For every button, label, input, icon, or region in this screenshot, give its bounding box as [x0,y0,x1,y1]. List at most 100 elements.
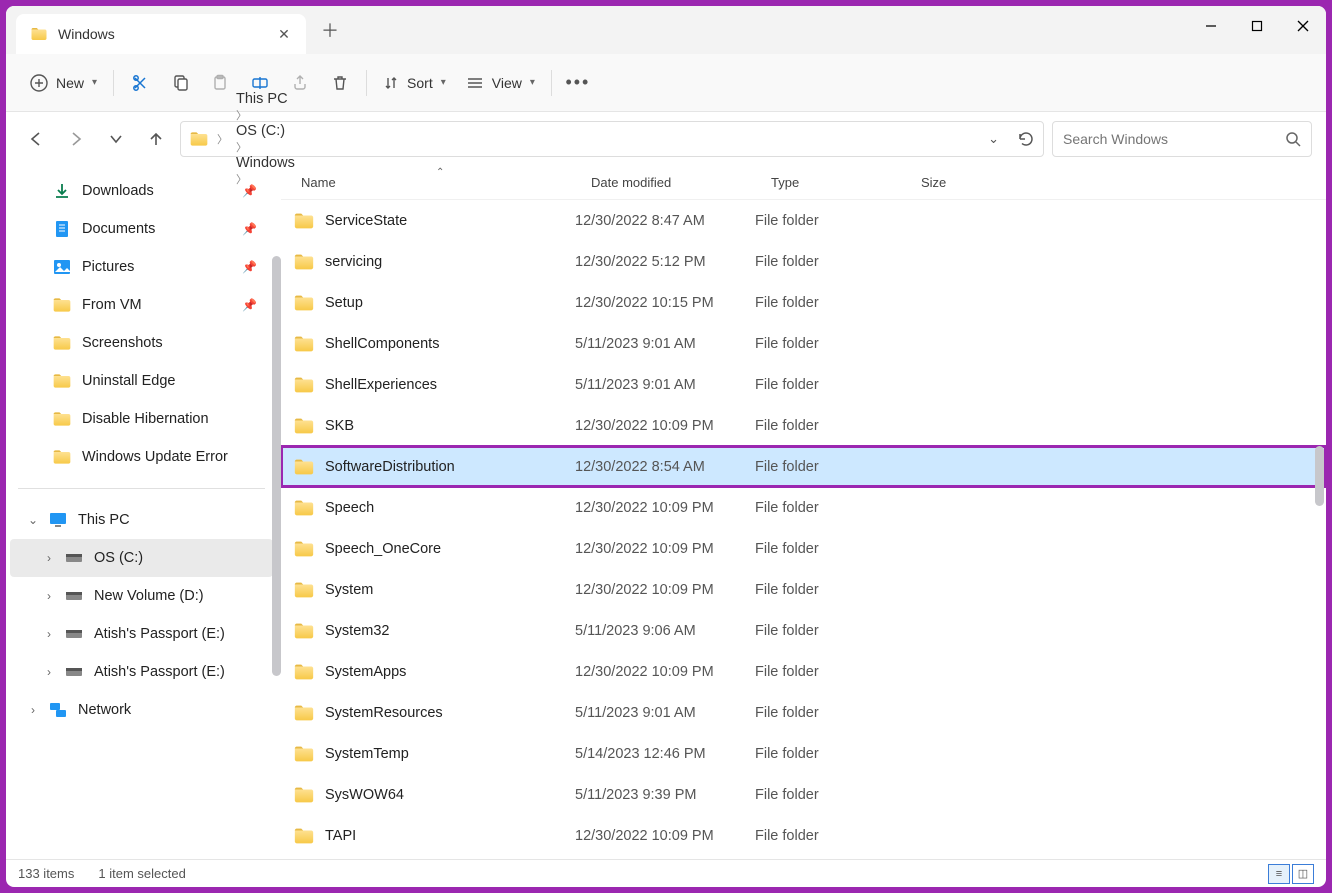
file-date: 12/30/2022 10:09 PM [575,828,755,844]
sidebar-item[interactable]: Disable Hibernation [10,400,273,438]
folder-icon [293,497,315,519]
file-name: SysWOW64 [325,787,404,803]
crumb[interactable]: OS (C:) [236,123,295,139]
new-tab-button[interactable]: ＋ [312,12,348,48]
sidebar-item[interactable]: Downloads📌 [10,172,273,210]
scissors-icon [131,74,149,92]
table-row[interactable]: Speech12/30/2022 10:09 PMFile folder [281,487,1326,528]
copy-button[interactable] [160,64,200,102]
file-type: File folder [755,828,905,844]
table-row[interactable]: ShellComponents5/11/2023 9:01 AMFile fol… [281,323,1326,364]
table-row[interactable]: SoftwareDistribution12/30/2022 8:54 AMFi… [281,446,1326,487]
scrollbar-thumb[interactable] [272,256,281,676]
file-type: File folder [755,787,905,803]
table-row[interactable]: ServiceState12/30/2022 8:47 AMFile folde… [281,200,1326,241]
sidebar: Downloads📌Documents📌Pictures📌From VM📌Scr… [6,166,281,859]
file-date: 12/30/2022 10:09 PM [575,582,755,598]
sidebar-item-label: Disable Hibernation [82,411,209,427]
folder-icon [293,661,315,683]
delete-button[interactable] [320,64,360,102]
pin-icon: 📌 [242,222,257,236]
file-date: 12/30/2022 8:47 AM [575,213,755,229]
cut-button[interactable] [120,64,160,102]
folder-icon [293,579,315,601]
separator [366,70,367,96]
table-row[interactable]: SystemResources5/11/2023 9:01 AMFile fol… [281,692,1326,733]
minimize-button[interactable] [1188,6,1234,46]
table-row[interactable]: System325/11/2023 9:06 AMFile folder [281,610,1326,651]
chevron-down-icon: ▾ [441,77,446,88]
file-date: 12/30/2022 10:09 PM [575,418,755,434]
pin-icon: 📌 [242,298,257,312]
file-date: 12/30/2022 5:12 PM [575,254,755,270]
table-row[interactable]: ShellExperiences5/11/2023 9:01 AMFile fo… [281,364,1326,405]
sidebar-item[interactable]: Uninstall Edge [10,362,273,400]
folder-icon [52,371,72,391]
table-row[interactable]: TAPI12/30/2022 10:09 PMFile folder [281,815,1326,856]
sidebar-item[interactable]: Screenshots [10,324,273,362]
folder-icon [293,415,315,437]
sidebar-this-pc[interactable]: ⌄ This PC [10,501,273,539]
maximize-button[interactable] [1234,6,1280,46]
more-button[interactable]: ••• [558,64,598,102]
tab-close-button[interactable]: ✕ [276,26,292,42]
file-name: Speech_OneCore [325,541,441,557]
view-button[interactable]: View ▾ [456,64,545,102]
details-view-button[interactable]: ≡ [1268,864,1290,884]
sidebar-network[interactable]: › Network [10,691,273,729]
table-row[interactable]: System12/30/2022 10:09 PMFile folder [281,569,1326,610]
drive-icon [64,548,84,568]
sidebar-drive[interactable]: ›Atish's Passport (E:) [10,653,273,691]
sidebar-item[interactable]: Documents📌 [10,210,273,248]
table-row[interactable]: servicing12/30/2022 5:12 PMFile folder [281,241,1326,282]
address-bar[interactable]: 〉 This PC 〉 OS (C:) 〉 Windows 〉 ⌄ [180,121,1044,157]
close-button[interactable] [1280,6,1326,46]
tab-windows[interactable]: Windows ✕ [16,14,306,54]
table-row[interactable]: SystemApps12/30/2022 10:09 PMFile folder [281,651,1326,692]
chevron-right-icon: › [42,551,56,565]
table-row[interactable]: Speech_OneCore12/30/2022 10:09 PMFile fo… [281,528,1326,569]
back-button[interactable] [20,123,52,155]
file-type: File folder [755,746,905,762]
file-type: File folder [755,623,905,639]
file-name: SystemResources [325,705,443,721]
table-row[interactable]: SystemTemp5/14/2023 12:46 PMFile folder [281,733,1326,774]
file-type: File folder [755,500,905,516]
sidebar-drive[interactable]: › New Volume (D:) [10,577,273,615]
chevron-down-icon[interactable]: ⌄ [988,131,999,147]
forward-button[interactable] [60,123,92,155]
thumbnails-view-button[interactable]: ◫ [1292,864,1314,884]
sidebar-drive-label: New Volume (D:) [94,588,204,604]
recent-button[interactable] [100,123,132,155]
chevron-down-icon: ⌄ [26,513,40,527]
column-headers: ⌃Name Date modified Type Size [281,166,1326,200]
search-box[interactable] [1052,121,1312,157]
chevron-right-icon: › [42,589,56,603]
search-input[interactable] [1063,131,1285,147]
sort-button[interactable]: Sort ▾ [373,64,456,102]
folder-icon [293,456,315,478]
sidebar-drive[interactable]: ›Atish's Passport (E:) [10,615,273,653]
column-header-name[interactable]: ⌃Name [281,175,591,190]
new-label: New [56,75,84,91]
sidebar-item[interactable]: Pictures📌 [10,248,273,286]
sidebar-drive[interactable]: ›OS (C:) [10,539,273,577]
column-header-size[interactable]: Size [921,175,1021,190]
paste-button[interactable] [200,64,240,102]
column-header-date[interactable]: Date modified [591,175,771,190]
column-header-type[interactable]: Type [771,175,921,190]
up-button[interactable] [140,123,172,155]
scrollbar-thumb[interactable] [1315,446,1324,506]
sidebar-item[interactable]: Windows Update Error [10,438,273,476]
refresh-icon[interactable] [1017,130,1035,148]
table-row[interactable]: SKB12/30/2022 10:09 PMFile folder [281,405,1326,446]
file-type: File folder [755,295,905,311]
new-button[interactable]: New ▾ [20,64,107,102]
folder-icon [52,295,72,315]
table-row[interactable]: Setup12/30/2022 10:15 PMFile folder [281,282,1326,323]
sidebar-item[interactable]: From VM📌 [10,286,273,324]
pictures-icon [52,257,72,277]
crumb[interactable]: This PC [236,91,295,107]
file-name: System [325,582,373,598]
table-row[interactable]: SysWOW645/11/2023 9:39 PMFile folder [281,774,1326,815]
